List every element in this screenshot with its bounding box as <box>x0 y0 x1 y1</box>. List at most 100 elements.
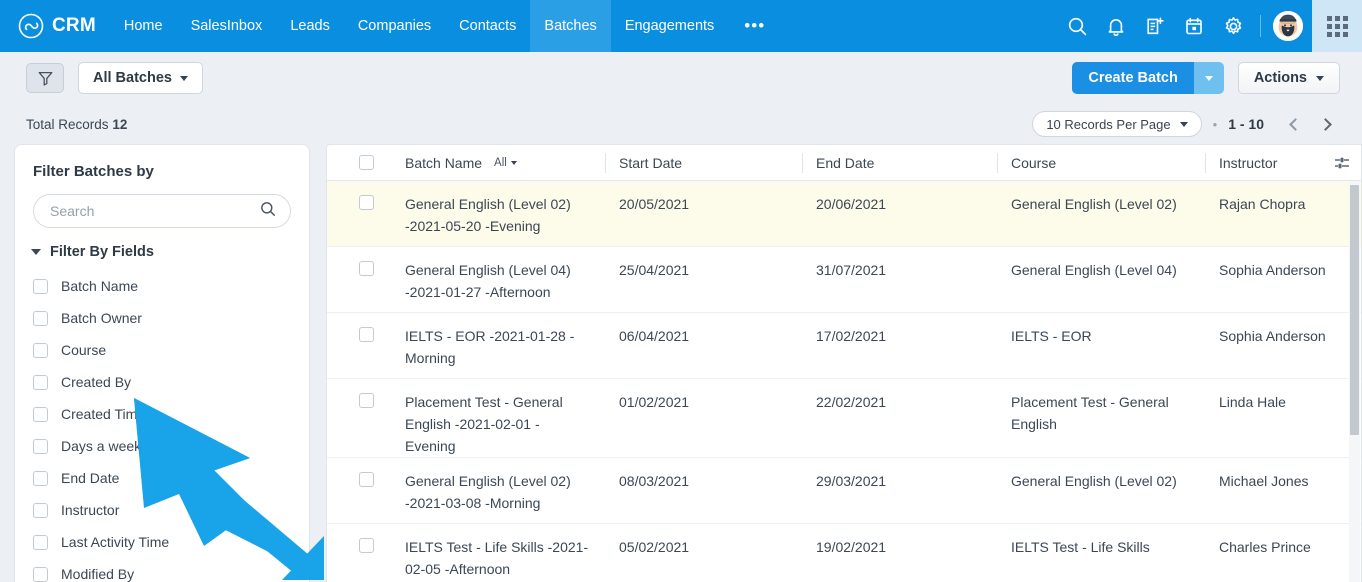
nav-item-home[interactable]: Home <box>110 0 177 52</box>
note-add-icon[interactable] <box>1137 8 1173 44</box>
filter-by-fields-section-toggle[interactable]: Filter By Fields <box>15 244 309 270</box>
row-checkbox[interactable] <box>358 195 374 210</box>
cell-batch-name[interactable]: General English (Level 02) -2021-03-08 -… <box>405 470 605 514</box>
actions-label: Actions <box>1253 70 1307 86</box>
table-row[interactable]: General English (Level 02) -2021-03-08 -… <box>327 458 1361 524</box>
cell-end-date: 19/02/2021 <box>816 539 887 555</box>
filter-field-label: End Date <box>61 470 120 486</box>
filter-field-batch-name[interactable]: Batch Name <box>33 270 309 302</box>
nav-more-icon[interactable]: ••• <box>728 0 781 52</box>
table-row[interactable]: General English (Level 02) -2021-05-20 -… <box>327 181 1361 247</box>
nav-item-salesinbox[interactable]: SalesInbox <box>177 0 277 52</box>
brand-logo-area[interactable]: CRM <box>0 0 110 52</box>
column-header-instructor[interactable]: Instructor <box>1205 145 1323 181</box>
cell-end-date: 31/07/2021 <box>816 262 887 278</box>
search-input[interactable] <box>50 203 260 219</box>
nav-item-batches[interactable]: Batches <box>530 0 611 52</box>
row-select-cell <box>327 259 405 276</box>
pagination-prev-button[interactable] <box>1280 110 1310 138</box>
cell-end-date: 22/02/2021 <box>816 394 887 410</box>
gear-settings-icon[interactable] <box>1215 8 1251 44</box>
row-select-cell <box>327 391 405 408</box>
checkbox[interactable] <box>33 566 48 582</box>
filter-field-label: Last Activity Time <box>61 534 170 550</box>
row-checkbox[interactable] <box>358 261 374 276</box>
cell-instructor: Rajan Chopra <box>1219 196 1306 212</box>
bell-notification-icon[interactable] <box>1098 8 1134 44</box>
filter-field-days-a-week[interactable]: Days a week <box>33 430 309 462</box>
cell-batch-name[interactable]: General English (Level 02) -2021-05-20 -… <box>405 193 605 237</box>
user-avatar[interactable] <box>1270 8 1306 44</box>
pagination-separator: • <box>1212 116 1218 132</box>
row-checkbox[interactable] <box>358 327 374 342</box>
column-header-batch-name[interactable]: Batch Name All <box>405 145 605 181</box>
filter-by-fields-label: Filter By Fields <box>50 244 154 260</box>
batch-name-filter-dropdown[interactable]: All <box>494 157 517 169</box>
row-select-cell <box>327 536 405 553</box>
triangle-down-icon <box>31 249 41 255</box>
filter-field-course[interactable]: Course <box>33 334 309 366</box>
pagination-next-button[interactable] <box>1310 110 1340 138</box>
column-header-start-date[interactable]: Start Date <box>605 145 802 181</box>
cell-course: IELTS Test - Life Skills <box>1011 539 1150 555</box>
cell-batch-name[interactable]: Placement Test - General English -2021-0… <box>405 391 605 457</box>
table-row[interactable]: Placement Test - General English -2021-0… <box>327 379 1361 458</box>
checkbox[interactable] <box>33 406 48 422</box>
checkbox[interactable] <box>33 534 48 550</box>
column-header-end-date[interactable]: End Date <box>802 145 997 181</box>
calendar-icon[interactable] <box>1176 8 1212 44</box>
cell-batch-name[interactable]: IELTS Test - Life Skills -2021-02-05 -Af… <box>405 536 605 580</box>
row-checkbox[interactable] <box>358 538 374 553</box>
records-per-page-dropdown[interactable]: 10 Records Per Page <box>1032 111 1202 137</box>
filter-field-modified-by[interactable]: Modified By <box>33 558 309 582</box>
filter-fields-list: Batch Name Batch Owner Course Created By… <box>15 270 309 582</box>
sidebar-search-box[interactable] <box>33 194 291 228</box>
search-icon[interactable] <box>260 201 276 222</box>
table-vertical-scrollbar[interactable] <box>1349 181 1360 582</box>
nav-item-engagements[interactable]: Engagements <box>611 0 728 52</box>
total-records: Total Records 12 <box>26 117 127 132</box>
column-settings-icon[interactable] <box>1323 145 1361 181</box>
checkbox[interactable] <box>33 438 48 454</box>
checkbox[interactable] <box>33 310 48 326</box>
filter-field-end-date[interactable]: End Date <box>33 462 309 494</box>
filter-field-last-activity-time[interactable]: Last Activity Time <box>33 526 309 558</box>
row-checkbox[interactable] <box>358 393 374 408</box>
filter-field-batch-owner[interactable]: Batch Owner <box>33 302 309 334</box>
nav-item-leads[interactable]: Leads <box>276 0 344 52</box>
filter-field-created-time[interactable]: Created Time <box>33 398 309 430</box>
cell-batch-name[interactable]: IELTS - EOR -2021-01-28 - Morning <box>405 325 605 369</box>
create-batch-button[interactable]: Create Batch <box>1072 62 1194 94</box>
checkbox[interactable] <box>33 374 48 390</box>
column-header-course[interactable]: Course <box>997 145 1205 181</box>
cell-instructor: Michael Jones <box>1219 473 1309 489</box>
records-per-page-label: 10 Records Per Page <box>1046 116 1171 132</box>
funnel-filter-icon[interactable] <box>26 63 64 93</box>
table-row[interactable]: IELTS Test - Life Skills -2021-02-05 -Af… <box>327 524 1361 582</box>
nav-item-companies[interactable]: Companies <box>344 0 445 52</box>
actions-button[interactable]: Actions <box>1237 62 1340 94</box>
cell-start-date: 06/04/2021 <box>619 328 690 344</box>
filter-field-label: Instructor <box>61 502 120 518</box>
chevron-left-icon <box>1288 117 1302 131</box>
select-all-checkbox[interactable] <box>358 155 374 170</box>
filter-field-created-by[interactable]: Created By <box>33 366 309 398</box>
apps-grid-icon[interactable] <box>1312 0 1362 52</box>
row-checkbox[interactable] <box>358 472 374 487</box>
create-batch-dropdown-caret[interactable] <box>1193 62 1224 94</box>
checkbox[interactable] <box>33 502 48 518</box>
scrollbar-thumb[interactable] <box>1350 185 1359 435</box>
table-row[interactable]: General English (Level 04) -2021-01-27 -… <box>327 247 1361 313</box>
filter-field-instructor[interactable]: Instructor <box>33 494 309 526</box>
cell-course: General English (Level 02) <box>1011 473 1177 489</box>
view-selector-label: All Batches <box>93 70 172 86</box>
search-icon[interactable] <box>1059 8 1095 44</box>
view-selector-dropdown[interactable]: All Batches <box>78 62 203 94</box>
table-row[interactable]: IELTS - EOR -2021-01-28 - Morning 06/04/… <box>327 313 1361 379</box>
cell-batch-name[interactable]: General English (Level 04) -2021-01-27 -… <box>405 259 605 303</box>
cell-course: Placement Test - General English <box>1011 394 1169 432</box>
checkbox[interactable] <box>33 278 48 294</box>
nav-item-contacts[interactable]: Contacts <box>445 0 530 52</box>
checkbox[interactable] <box>33 470 48 486</box>
checkbox[interactable] <box>33 342 48 358</box>
